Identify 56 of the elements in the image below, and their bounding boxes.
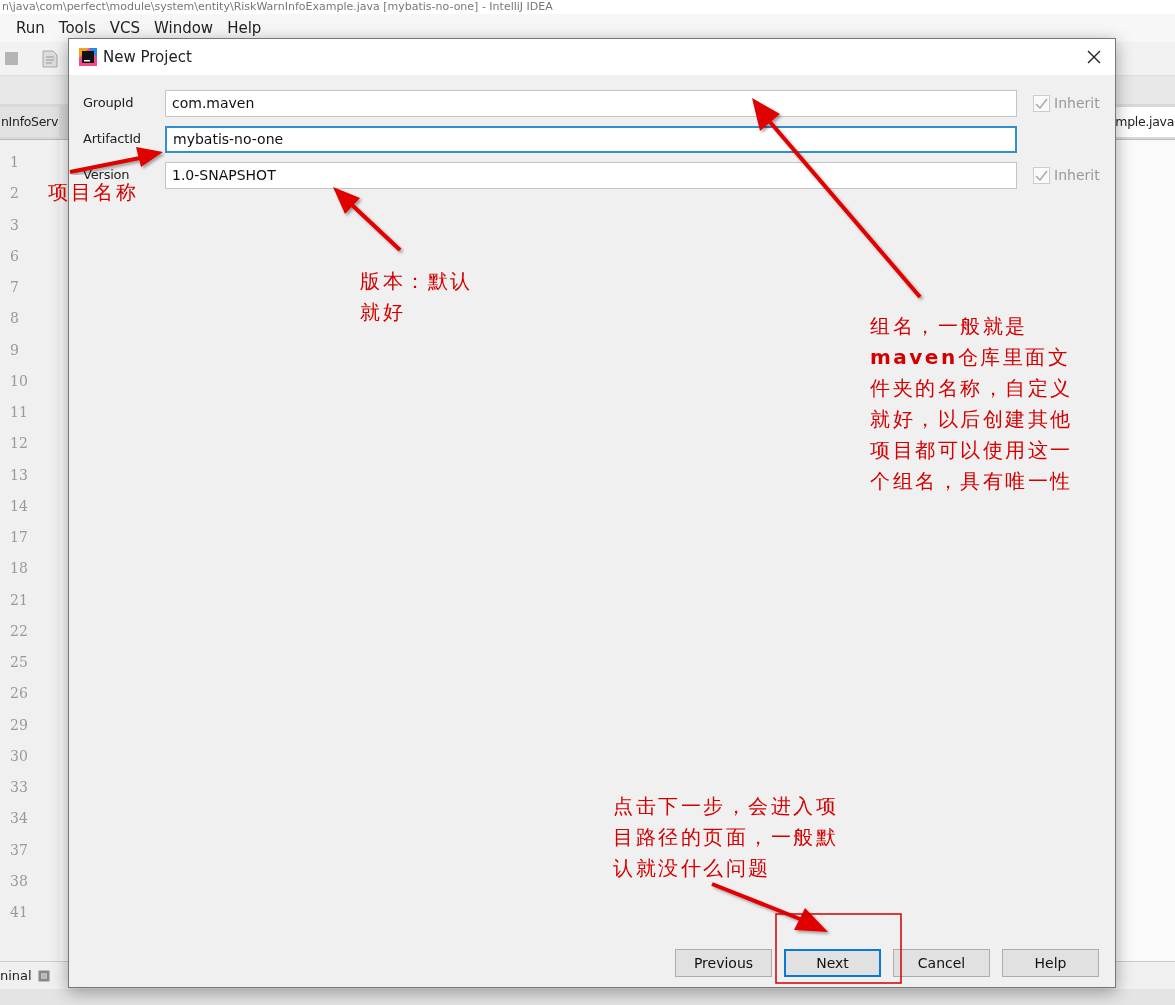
app-icon [79, 48, 97, 66]
line-number: 10 [10, 372, 28, 389]
menu-item[interactable]: Help [227, 16, 262, 40]
line-number: 8 [10, 310, 19, 327]
line-number: 1 [10, 154, 19, 170]
field-label: ArtifactId [83, 130, 142, 149]
check-icon [1035, 169, 1048, 181]
line-number: 3 [10, 216, 19, 233]
window-title: n\java\com\perfect\module\system\entity\RiskWarnInfoExample.java [mybatis-no-one] - IntelliJ IDEA [0, 0, 1175, 14]
input-field[interactable]: com.maven [165, 89, 1017, 117]
annotation-text: 版本：默认就好 [360, 268, 474, 326]
line-number: 25 [10, 654, 28, 670]
dialog-button[interactable]: Next [784, 949, 881, 977]
field-label: Version [83, 166, 131, 183]
field-label: GroupId [83, 94, 135, 113]
line-number: 38 [10, 872, 28, 889]
annotation-text: 项目名称 [48, 181, 139, 203]
line-number: 13 [10, 466, 28, 483]
editor-tab[interactable]: mple.java [1114, 106, 1175, 137]
line-number: 26 [10, 685, 28, 702]
line-number: 11 [10, 404, 28, 420]
line-number: 14 [10, 497, 28, 514]
line-number: 7 [10, 279, 19, 295]
line-number: 18 [10, 560, 28, 577]
line-number: 6 [10, 247, 19, 264]
line-number: 34 [10, 810, 28, 827]
menu-item[interactable]: VCS [109, 16, 140, 40]
close-button[interactable] [1085, 48, 1103, 66]
document-icon[interactable] [42, 49, 58, 68]
menu-item[interactable]: Tools [58, 16, 96, 40]
line-number: 2 [10, 185, 19, 202]
menu-item[interactable]: Window [154, 16, 214, 40]
annotation-text: 组名，一般就是maven仓库里面文件夹的名称，自定义就好，以后创建其他项目都可以使用这一个组名，具有唯一性 [870, 313, 1074, 495]
menu-item[interactable]: Run [16, 16, 45, 40]
dialog-button[interactable]: Previous [675, 949, 772, 977]
line-number: 22 [10, 622, 28, 639]
event-log-icon[interactable] [37, 969, 50, 982]
line-number: 33 [10, 779, 28, 795]
line-number: 37 [10, 841, 28, 858]
line-number: 17 [10, 529, 28, 545]
annotation-arrow [333, 187, 402, 252]
line-number: 9 [10, 341, 19, 358]
dialog-button[interactable]: Help [1002, 949, 1099, 977]
annotation-text: 点击下一步，会进入项目路径的页面，一般默认就没什么问题 [613, 793, 839, 882]
dialog-title: New Project [103, 46, 192, 68]
line-number: 21 [10, 591, 28, 608]
line-number: 29 [10, 716, 28, 733]
dialog-button[interactable]: Cancel [893, 949, 990, 977]
line-number: 12 [10, 435, 28, 452]
editor-tab[interactable]: nInfoServ [0, 106, 60, 137]
line-number: 30 [10, 747, 28, 764]
check-icon [1035, 97, 1048, 109]
line-number: 41 [10, 904, 28, 920]
input-field[interactable]: mybatis-no-one [165, 125, 1017, 153]
terminal-tab[interactable]: ninal [0, 965, 32, 986]
input-field[interactable]: 1.0-SNAPSHOT [165, 161, 1017, 189]
